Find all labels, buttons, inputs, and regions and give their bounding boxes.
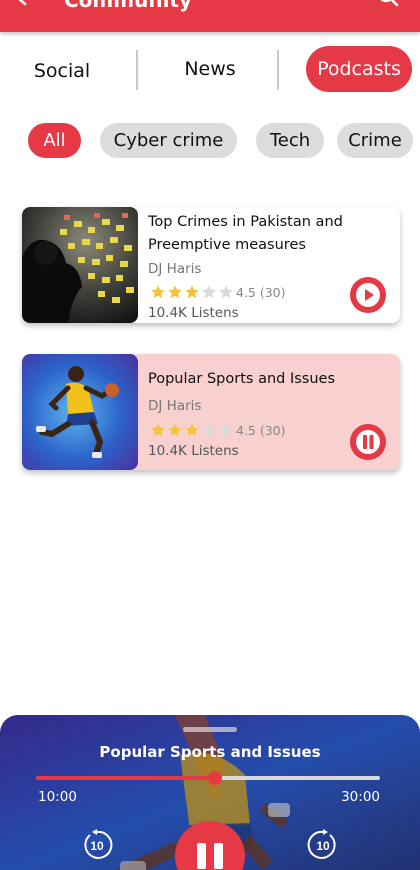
listens-count: 10.4K Listens bbox=[148, 305, 239, 321]
star-filled-icon bbox=[168, 285, 182, 299]
tab-social[interactable]: Social bbox=[10, 48, 114, 94]
podcast-thumbnail bbox=[22, 354, 138, 470]
chip-tech[interactable]: Tech bbox=[256, 123, 324, 158]
chip-crime[interactable]: Crime bbox=[337, 123, 413, 158]
search-icon[interactable] bbox=[376, 0, 400, 12]
star-empty-icon bbox=[219, 423, 233, 437]
podcast-thumbnail bbox=[22, 207, 138, 323]
progress-fill bbox=[36, 776, 215, 780]
pause-icon[interactable] bbox=[350, 424, 386, 460]
tab-divider bbox=[136, 50, 138, 90]
progress-slider[interactable] bbox=[36, 771, 380, 785]
app-bar: Community bbox=[0, 0, 420, 32]
star-filled-icon bbox=[151, 423, 165, 437]
tab-podcasts[interactable]: Podcasts bbox=[306, 46, 412, 92]
rewind-label: 10 bbox=[90, 839, 104, 853]
total-time: 30:00 bbox=[341, 789, 380, 805]
star-empty-icon bbox=[219, 285, 233, 299]
podcast-author: DJ Haris bbox=[148, 261, 202, 277]
tab-news[interactable]: News bbox=[150, 46, 270, 92]
progress-knob[interactable] bbox=[207, 771, 222, 785]
rewind-10-icon[interactable]: 10 bbox=[81, 829, 113, 861]
star-empty-icon bbox=[202, 423, 216, 437]
play-icon[interactable] bbox=[350, 277, 386, 313]
forward-10-icon[interactable]: 10 bbox=[307, 829, 339, 861]
star-filled-icon bbox=[168, 423, 182, 437]
podcast-author: DJ Haris bbox=[148, 398, 202, 414]
drag-handle[interactable] bbox=[183, 727, 237, 732]
star-rating: 4.5 (30) bbox=[150, 422, 286, 438]
star-filled-icon bbox=[185, 285, 199, 299]
podcast-title: Popular Sports and Issues bbox=[148, 371, 336, 387]
now-playing-title: Popular Sports and Issues bbox=[99, 743, 321, 761]
podcast-title: Top Crimes in Pakistan and Preemptive me… bbox=[148, 214, 343, 253]
star-rating: 4.5 (30) bbox=[150, 284, 286, 300]
pause-icon bbox=[197, 843, 223, 869]
chip-cyber-crime[interactable]: Cyber crime bbox=[100, 123, 237, 158]
star-filled-icon bbox=[185, 423, 199, 437]
category-tabs: Social News Podcasts bbox=[0, 46, 420, 96]
podcast-card[interactable]: Top Crimes in Pakistan and Preemptive me… bbox=[22, 207, 400, 323]
star-filled-icon bbox=[151, 285, 165, 299]
chip-all[interactable]: All bbox=[28, 123, 81, 158]
page-title: Community bbox=[64, 0, 193, 12]
star-empty-icon bbox=[202, 285, 216, 299]
current-time: 10:00 bbox=[38, 789, 77, 805]
audio-player: Popular Sports and Issues 10:00 30:00 10… bbox=[0, 715, 420, 870]
tab-divider bbox=[277, 50, 279, 90]
rating-text: 4.5 (30) bbox=[236, 285, 286, 300]
main-pause-button[interactable] bbox=[175, 821, 245, 870]
listens-count: 10.4K Listens bbox=[148, 443, 239, 459]
forward-label: 10 bbox=[316, 839, 330, 853]
rating-text: 4.5 (30) bbox=[236, 423, 286, 438]
back-arrow-icon[interactable] bbox=[14, 0, 42, 14]
podcast-card[interactable]: Popular Sports and Issues DJ Haris 4.5 (… bbox=[22, 354, 400, 470]
filter-chips: All Cyber crime Tech Crime bbox=[0, 123, 420, 159]
